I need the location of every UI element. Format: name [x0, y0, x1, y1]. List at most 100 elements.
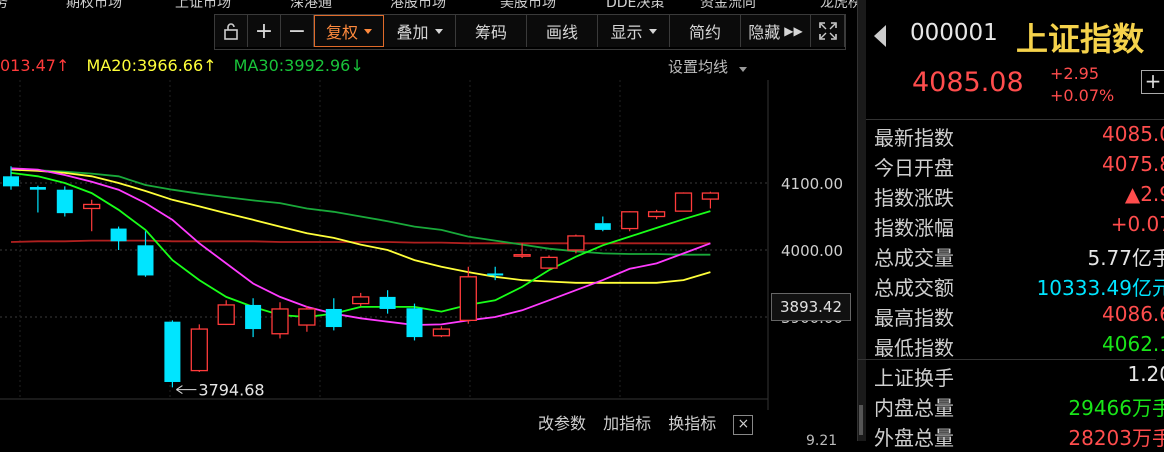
top-nav-item[interactable]: DDE决策	[606, 0, 664, 8]
quote-row-value: 5.77亿手	[1087, 246, 1164, 270]
quote-row-value: ▲2.9	[1124, 182, 1164, 206]
drag-handle[interactable]	[859, 405, 863, 435]
quote-row-label: 外盘总量	[874, 426, 954, 450]
quote-row-value: 4085.0	[1102, 122, 1164, 146]
candle-body	[56, 189, 73, 214]
quote-row-label: 内盘总量	[874, 396, 954, 420]
chevron-down-icon	[434, 28, 443, 34]
candle-body	[647, 211, 666, 218]
candle-body	[325, 308, 342, 328]
stock-code: 000001	[910, 20, 998, 46]
candle-body	[701, 192, 720, 200]
change-percent: +0.07%	[1050, 86, 1115, 105]
ma20-legend: MA20:3966.66↑	[86, 56, 217, 75]
candle-body	[594, 223, 611, 230]
candle-body	[432, 328, 451, 337]
quote-row-value: 4075.8	[1102, 152, 1164, 176]
quote-row-label: 指数涨跌	[874, 186, 954, 210]
kline-chart[interactable]: 3900.004000.004100.003794.68	[0, 80, 857, 410]
low-annotation: 3794.68	[198, 381, 264, 400]
switch-indicator-button[interactable]: 换指标	[668, 414, 716, 433]
quote-row-value: +0.07	[1110, 212, 1164, 236]
chouma-button[interactable]: 筹码	[456, 15, 527, 47]
candle-body	[3, 176, 19, 187]
candle-body	[298, 308, 316, 326]
ma10-legend: 013.47↑	[0, 56, 70, 75]
top-nav-item[interactable]: 期权市场	[66, 0, 122, 8]
add-indicator-button[interactable]: 加指标	[603, 414, 651, 433]
back-arrow-icon[interactable]	[874, 25, 886, 47]
quote-row: 最新指数 4085.0	[874, 122, 1164, 152]
quote-row-value: 4086.6	[1102, 302, 1164, 326]
chevron-down-icon	[738, 67, 747, 72]
top-nav-item[interactable]: 港股市场	[390, 0, 446, 8]
top-nav-item[interactable]: 龙虎榜	[820, 0, 862, 8]
candle-body	[164, 321, 181, 382]
quote-row-label: 总成交额	[874, 276, 954, 300]
candle-body	[513, 254, 531, 257]
quote-row: 指数涨幅 +0.07	[874, 212, 1164, 242]
y-tick-label: 4000.00	[781, 242, 843, 260]
last-price: 4085.08	[912, 67, 1024, 98]
quote-row: 指数涨跌 ▲2.9	[874, 182, 1164, 212]
quote-row: 最高指数 4086.6	[874, 302, 1164, 332]
chevron-down-icon	[364, 28, 372, 34]
jianyue-button[interactable]: 简约	[670, 15, 741, 47]
ma-legend: 013.47↑ MA20:3966.66↑ MA30:3992.96↓	[0, 56, 376, 75]
top-nav-item[interactable]: 资金流向	[700, 0, 756, 8]
candle-body	[487, 273, 504, 276]
close-icon[interactable]: ×	[733, 414, 754, 435]
quote-row: 总成交量 5.77亿手	[874, 242, 1164, 272]
chevron-down-icon	[648, 28, 657, 34]
quote-row-label: 指数涨幅	[874, 216, 954, 240]
zoom-out-button[interactable]: −	[281, 15, 314, 47]
current-price-label: 3893.42	[771, 293, 851, 321]
diejia-label: 叠加	[396, 23, 429, 42]
candle-body	[406, 308, 423, 338]
candle-body	[540, 256, 558, 269]
zoom-in-button[interactable]: +	[248, 15, 281, 47]
candle-body	[621, 211, 639, 230]
top-nav-item[interactable]: 美股市场	[500, 0, 556, 8]
yincang-button[interactable]: 隐藏 ▶▶	[741, 15, 811, 47]
quote-row: 总成交额 10333.49亿元	[874, 272, 1164, 302]
quote-row-value: 10333.49亿元	[1036, 276, 1164, 300]
candle-body	[190, 328, 208, 372]
quote-row-label: 上证换手	[874, 366, 954, 390]
ma-settings-label: 设置均线	[668, 58, 729, 76]
fuquan-dropdown[interactable]: 复权	[314, 15, 384, 47]
candle-body	[459, 276, 477, 322]
candle-body	[29, 187, 46, 190]
candle-body	[217, 304, 235, 326]
candle-body	[674, 192, 693, 212]
xianshi-dropdown[interactable]: 显示	[598, 15, 670, 47]
ma30-legend: MA30:3992.96↓	[233, 56, 364, 75]
quote-row: 今日开盘 4075.8	[874, 152, 1164, 182]
diejia-dropdown[interactable]: 叠加	[384, 15, 456, 47]
lock-icon	[224, 23, 238, 40]
quote-row-label: 最新指数	[874, 126, 954, 150]
change-value: +2.95	[1050, 64, 1100, 83]
top-nav-item[interactable]: 深港通	[290, 0, 332, 8]
top-nav-item[interactable]: 上证市场	[175, 0, 231, 8]
stock-name: 上证指数	[1016, 20, 1145, 58]
divider	[866, 119, 1164, 120]
expand-icon	[818, 22, 837, 40]
indicator-bar: 改参数 加指标 换指标 ×	[538, 410, 765, 435]
candle-body	[137, 245, 154, 276]
quote-row-value: 1.20	[1127, 362, 1164, 386]
candle-body	[379, 296, 396, 309]
chart-toolbar: + − 复权 叠加 筹码 画线 显示 简约 隐藏 ▶▶	[214, 14, 846, 50]
candle-body	[567, 235, 585, 251]
fullscreen-button[interactable]	[811, 15, 845, 47]
candle-body	[245, 304, 262, 330]
lock-button[interactable]	[215, 15, 248, 47]
huaxian-button[interactable]: 画线	[527, 15, 598, 47]
double-chevron-right-icon: ▶▶	[784, 24, 803, 38]
lower-axis-tick: 9.21	[806, 433, 838, 449]
add-watchlist-button[interactable]: +	[1141, 70, 1164, 94]
quote-row-value: 29466万手	[1068, 396, 1164, 420]
ma-settings-button[interactable]: 设置均线	[668, 56, 747, 77]
edit-params-button[interactable]: 改参数	[538, 414, 586, 433]
top-nav-item[interactable]: 财务	[0, 0, 8, 8]
